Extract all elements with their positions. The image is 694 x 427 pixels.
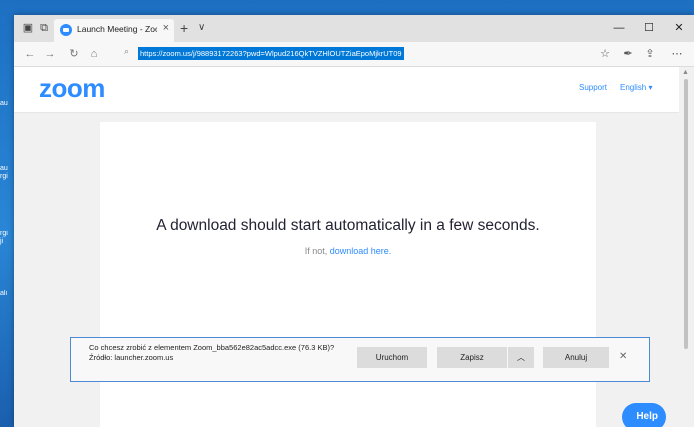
- desktop-icon[interactable]: ali: [0, 290, 14, 312]
- desktop-icon[interactable]: au rgi: [0, 165, 14, 187]
- desktop-icon[interactable]: au: [0, 100, 14, 122]
- help-button[interactable]: Help: [622, 403, 666, 427]
- download-prompt: Co chcesz zrobić z elementem Zoom_bba562…: [70, 337, 650, 382]
- desktop-icon-label: au: [0, 100, 8, 107]
- desktop: au au rgi rgi ji ali ▣ ⧉ Launch Meeting - …: [0, 0, 694, 427]
- new-tab-icon[interactable]: +: [180, 20, 188, 36]
- download-source: Źródło: launcher.zoom.us: [89, 353, 174, 362]
- tab-actions-icon[interactable]: ▣: [20, 20, 36, 36]
- cancel-button[interactable]: Anuluj: [543, 347, 609, 368]
- refresh-icon[interactable]: ↻: [66, 46, 82, 62]
- desktop-icon[interactable]: rgi ji: [0, 230, 14, 252]
- save-options-icon[interactable]: ︿: [508, 347, 534, 368]
- scroll-thumb[interactable]: [684, 79, 688, 349]
- scrollbar[interactable]: ▲: [679, 67, 694, 427]
- maximize-icon[interactable]: ☐: [634, 19, 664, 37]
- tab-launch-meeting[interactable]: Launch Meeting - Zoom ×: [54, 19, 174, 42]
- browser-window: ▣ ⧉ Launch Meeting - Zoom × + ∨ — ☐ ✕ ← …: [14, 15, 694, 427]
- download-here-link[interactable]: download here.: [330, 246, 392, 256]
- desktop-icon-label: rgi ji: [0, 230, 8, 245]
- desktop-icon-label: au rgi: [0, 165, 8, 180]
- address-row: ← → ↻ ⌂ ⌕ https://zoom.us/j/98893172263?…: [14, 42, 694, 67]
- save-button[interactable]: Zapisz: [437, 347, 507, 368]
- run-button[interactable]: Uruchom: [357, 347, 427, 368]
- close-tab-icon[interactable]: ×: [163, 22, 169, 34]
- zoom-logo[interactable]: zoom: [39, 73, 105, 104]
- forward-icon[interactable]: →: [42, 46, 58, 62]
- more-icon[interactable]: ⋯: [669, 46, 685, 62]
- search-icon: ⌕: [124, 46, 130, 56]
- home-icon[interactable]: ⌂: [86, 46, 102, 62]
- support-link[interactable]: Support: [579, 83, 607, 92]
- pen-icon[interactable]: ✒: [620, 46, 636, 62]
- set-aside-tabs-icon[interactable]: ⧉: [36, 20, 52, 36]
- fallback-text: If not, download here.: [100, 246, 596, 256]
- minimize-icon[interactable]: —: [604, 19, 634, 37]
- tab-title: Launch Meeting - Zoom: [77, 24, 157, 34]
- zoom-header: zoom Support English ▾: [14, 67, 679, 113]
- back-icon[interactable]: ←: [22, 46, 38, 62]
- address-url[interactable]: https://zoom.us/j/98893172263?pwd=Wlpud2…: [138, 47, 404, 60]
- language-link[interactable]: English ▾: [620, 83, 652, 92]
- page-title: A download should start automatically in…: [156, 217, 540, 234]
- download-question: Co chcesz zrobić z elementem Zoom_bba562…: [89, 343, 335, 352]
- desktop-icon-label: ali: [0, 290, 8, 297]
- share-icon[interactable]: ⇪: [642, 46, 658, 62]
- address-bar[interactable]: ⌕ https://zoom.us/j/98893172263?pwd=Wlpu…: [120, 45, 580, 62]
- scroll-up-icon[interactable]: ▲: [682, 69, 689, 76]
- chevron-down-icon[interactable]: ∨: [198, 20, 205, 36]
- favorites-icon[interactable]: ☆: [597, 46, 613, 62]
- tab-bar: ▣ ⧉ Launch Meeting - Zoom × + ∨ — ☐ ✕: [14, 15, 694, 42]
- fallback-prefix: If not,: [304, 246, 330, 256]
- zoom-favicon-icon: [60, 24, 72, 36]
- download-prompt-text: Co chcesz zrobić z elementem Zoom_bba562…: [89, 343, 359, 363]
- close-icon[interactable]: ✕: [619, 351, 627, 362]
- close-window-icon[interactable]: ✕: [664, 19, 694, 37]
